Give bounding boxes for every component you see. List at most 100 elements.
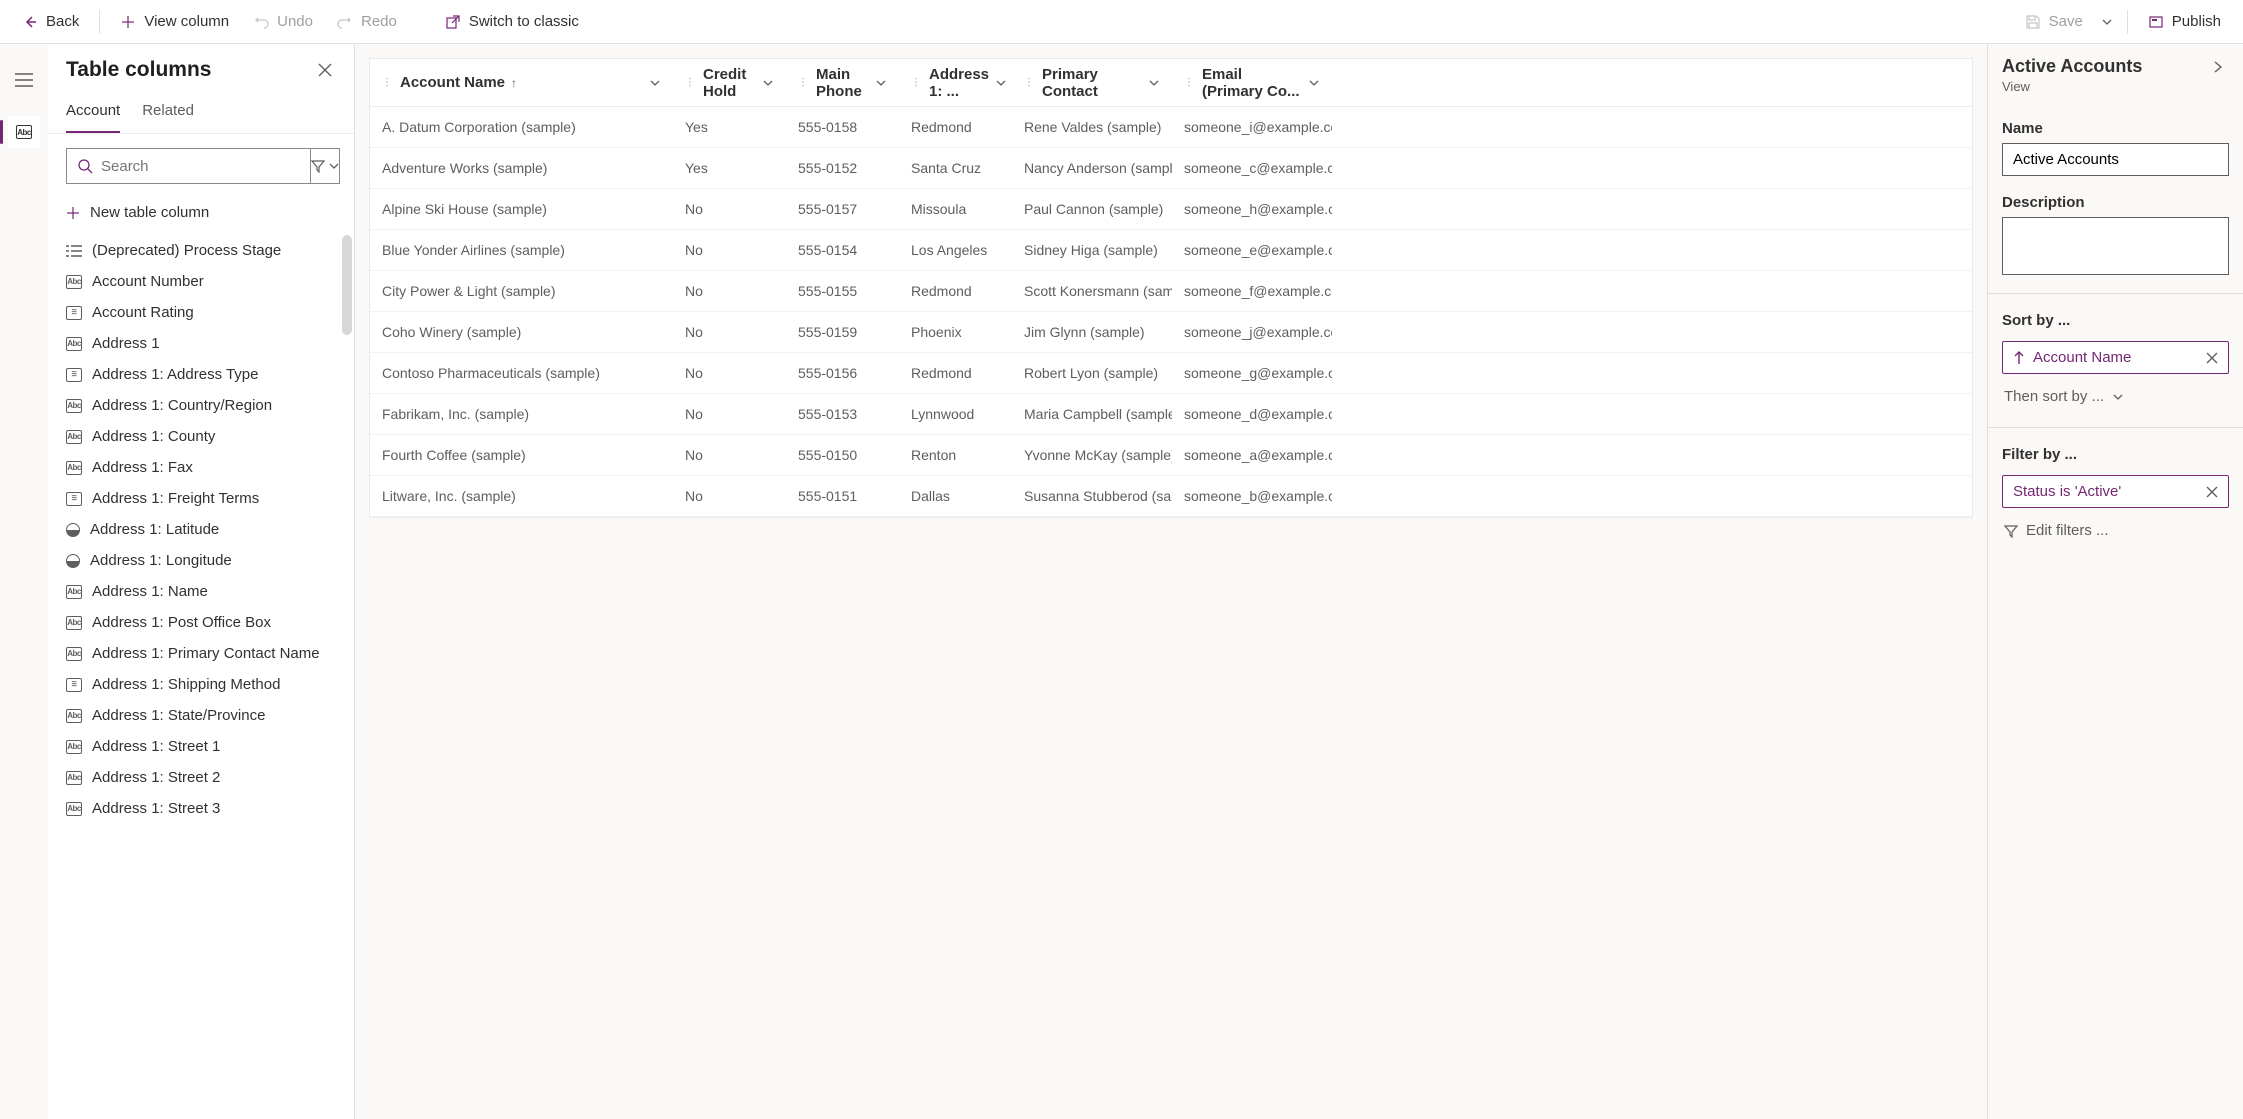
- column-item[interactable]: AbcAddress 1: Street 3: [48, 793, 354, 824]
- table-row[interactable]: Fabrikam, Inc. (sample)No555-0153Lynnwoo…: [370, 394, 1972, 435]
- table-row[interactable]: A. Datum Corporation (sample)Yes555-0158…: [370, 107, 1972, 148]
- cell-credit: No: [673, 476, 786, 516]
- chevron-down-icon: [2101, 16, 2113, 28]
- plus-icon: [66, 206, 80, 220]
- cell-name: Litware, Inc. (sample): [370, 476, 673, 516]
- search-field-wrap: [66, 148, 310, 184]
- remove-filter-button[interactable]: [2206, 486, 2218, 498]
- column-item[interactable]: ☰Address 1: Shipping Method: [48, 669, 354, 700]
- chevron-down-icon: [329, 161, 339, 171]
- text-field-icon: Abc: [66, 399, 82, 413]
- table-row[interactable]: Coho Winery (sample)No555-0159PhoenixJim…: [370, 312, 1972, 353]
- drag-handle-icon: ⋮: [685, 77, 695, 88]
- header-label: Credit Hold: [703, 66, 756, 100]
- column-item[interactable]: (Deprecated) Process Stage: [48, 235, 354, 266]
- cell-phone: 555-0153: [786, 394, 899, 434]
- column-filter-button[interactable]: [310, 148, 340, 184]
- column-label: Address 1: Address Type: [92, 366, 259, 383]
- column-item[interactable]: AbcAddress 1: [48, 328, 354, 359]
- cell-contact: Scott Konersmann (sample): [1012, 271, 1172, 311]
- filter-chip[interactable]: Status is 'Active': [2002, 475, 2229, 508]
- option-field-icon: ☰: [66, 678, 82, 692]
- table-row[interactable]: Litware, Inc. (sample)No555-0151DallasSu…: [370, 476, 1972, 517]
- text-field-icon: Abc: [66, 275, 82, 289]
- column-item[interactable]: AbcAddress 1: Fax: [48, 452, 354, 483]
- table-row[interactable]: Alpine Ski House (sample)No555-0157Misso…: [370, 189, 1972, 230]
- close-panel-button[interactable]: [314, 59, 336, 81]
- column-item[interactable]: AbcAddress 1: County: [48, 421, 354, 452]
- option-field-icon: ☰: [66, 492, 82, 506]
- remove-sort-button[interactable]: [2206, 352, 2218, 364]
- table-row[interactable]: Fourth Coffee (sample)No555-0150RentonYv…: [370, 435, 1972, 476]
- scrollbar-thumb[interactable]: [342, 235, 352, 335]
- column-list: (Deprecated) Process StageAbcAccount Num…: [48, 235, 354, 1119]
- column-item[interactable]: ☰Address 1: Address Type: [48, 359, 354, 390]
- column-item[interactable]: AbcAddress 1: State/Province: [48, 700, 354, 731]
- column-item[interactable]: AbcAddress 1: Country/Region: [48, 390, 354, 421]
- cell-city: Redmond: [899, 271, 1012, 311]
- publish-button[interactable]: Publish: [2138, 7, 2231, 36]
- table-row[interactable]: Blue Yonder Airlines (sample)No555-0154L…: [370, 230, 1972, 271]
- column-item[interactable]: ☰Address 1: Freight Terms: [48, 483, 354, 514]
- column-item[interactable]: Address 1: Longitude: [48, 545, 354, 576]
- header-label: Account Name: [400, 74, 505, 91]
- column-item[interactable]: AbcAccount Number: [48, 266, 354, 297]
- column-item[interactable]: AbcAddress 1: Street 1: [48, 731, 354, 762]
- tab-related[interactable]: Related: [142, 92, 194, 133]
- rail-components-button[interactable]: Abc: [8, 116, 40, 148]
- name-input[interactable]: [2002, 143, 2229, 176]
- new-column-button[interactable]: New table column: [48, 198, 354, 235]
- cell-credit: No: [673, 312, 786, 352]
- cell-name: Adventure Works (sample): [370, 148, 673, 188]
- save-label: Save: [2049, 13, 2083, 30]
- column-item[interactable]: AbcAddress 1: Primary Contact Name: [48, 638, 354, 669]
- cell-city: Missoula: [899, 189, 1012, 229]
- header-primary-contact[interactable]: ⋮ Primary Contact: [1012, 59, 1172, 106]
- filter-by-label: Filter by ...: [2002, 446, 2229, 463]
- header-account-name[interactable]: ⋮ Account Name ↑: [370, 59, 673, 106]
- expand-panel-button[interactable]: [2207, 56, 2229, 78]
- cell-phone: 555-0158: [786, 107, 899, 147]
- back-button[interactable]: Back: [12, 7, 89, 36]
- column-item[interactable]: Address 1: Latitude: [48, 514, 354, 545]
- undo-label: Undo: [277, 13, 313, 30]
- column-label: Address 1: [92, 335, 160, 352]
- header-credit-hold[interactable]: ⋮ Credit Hold: [673, 59, 786, 106]
- column-item[interactable]: AbcAddress 1: Name: [48, 576, 354, 607]
- cell-contact: Sidney Higa (sample): [1012, 230, 1172, 270]
- view-subtitle: View: [2002, 79, 2142, 94]
- then-sort-button[interactable]: Then sort by ...: [2002, 384, 2229, 409]
- view-column-button[interactable]: View column: [110, 7, 239, 36]
- column-item[interactable]: AbcAddress 1: Street 2: [48, 762, 354, 793]
- arrow-left-icon: [22, 14, 38, 30]
- header-address-city[interactable]: ⋮ Address 1: ...: [899, 59, 1012, 106]
- table-row[interactable]: Contoso Pharmaceuticals (sample)No555-01…: [370, 353, 1972, 394]
- hamburger-button[interactable]: [8, 64, 40, 96]
- cell-city: Los Angeles: [899, 230, 1012, 270]
- column-item[interactable]: AbcAddress 1: Post Office Box: [48, 607, 354, 638]
- description-textarea[interactable]: [2002, 217, 2229, 275]
- switch-classic-button[interactable]: Switch to classic: [435, 7, 589, 36]
- header-email[interactable]: ⋮ Email (Primary Co...: [1172, 59, 1332, 106]
- chevron-down-icon: [649, 77, 661, 89]
- redo-button[interactable]: Redo: [327, 7, 407, 36]
- tab-account[interactable]: Account: [66, 92, 120, 133]
- sort-chip[interactable]: Account Name: [2002, 341, 2229, 374]
- cell-email: someone_d@example.com: [1172, 394, 1332, 434]
- undo-button[interactable]: Undo: [243, 7, 323, 36]
- search-input[interactable]: [101, 158, 300, 175]
- save-dropdown-button[interactable]: [2097, 10, 2117, 34]
- column-label: Address 1: Street 1: [92, 738, 220, 755]
- header-main-phone[interactable]: ⋮ Main Phone: [786, 59, 899, 106]
- table-row[interactable]: Adventure Works (sample)Yes555-0152Santa…: [370, 148, 1972, 189]
- column-item[interactable]: ☰Account Rating: [48, 297, 354, 328]
- table-row[interactable]: City Power & Light (sample)No555-0155Red…: [370, 271, 1972, 312]
- description-label: Description: [2002, 194, 2229, 211]
- cell-name: Coho Winery (sample): [370, 312, 673, 352]
- edit-filters-button[interactable]: Edit filters ...: [2002, 518, 2229, 543]
- save-button[interactable]: Save: [2015, 7, 2093, 36]
- cell-contact: Nancy Anderson (sample): [1012, 148, 1172, 188]
- text-field-icon: Abc: [66, 616, 82, 630]
- list-field-icon: [66, 244, 82, 258]
- view-column-label: View column: [144, 13, 229, 30]
